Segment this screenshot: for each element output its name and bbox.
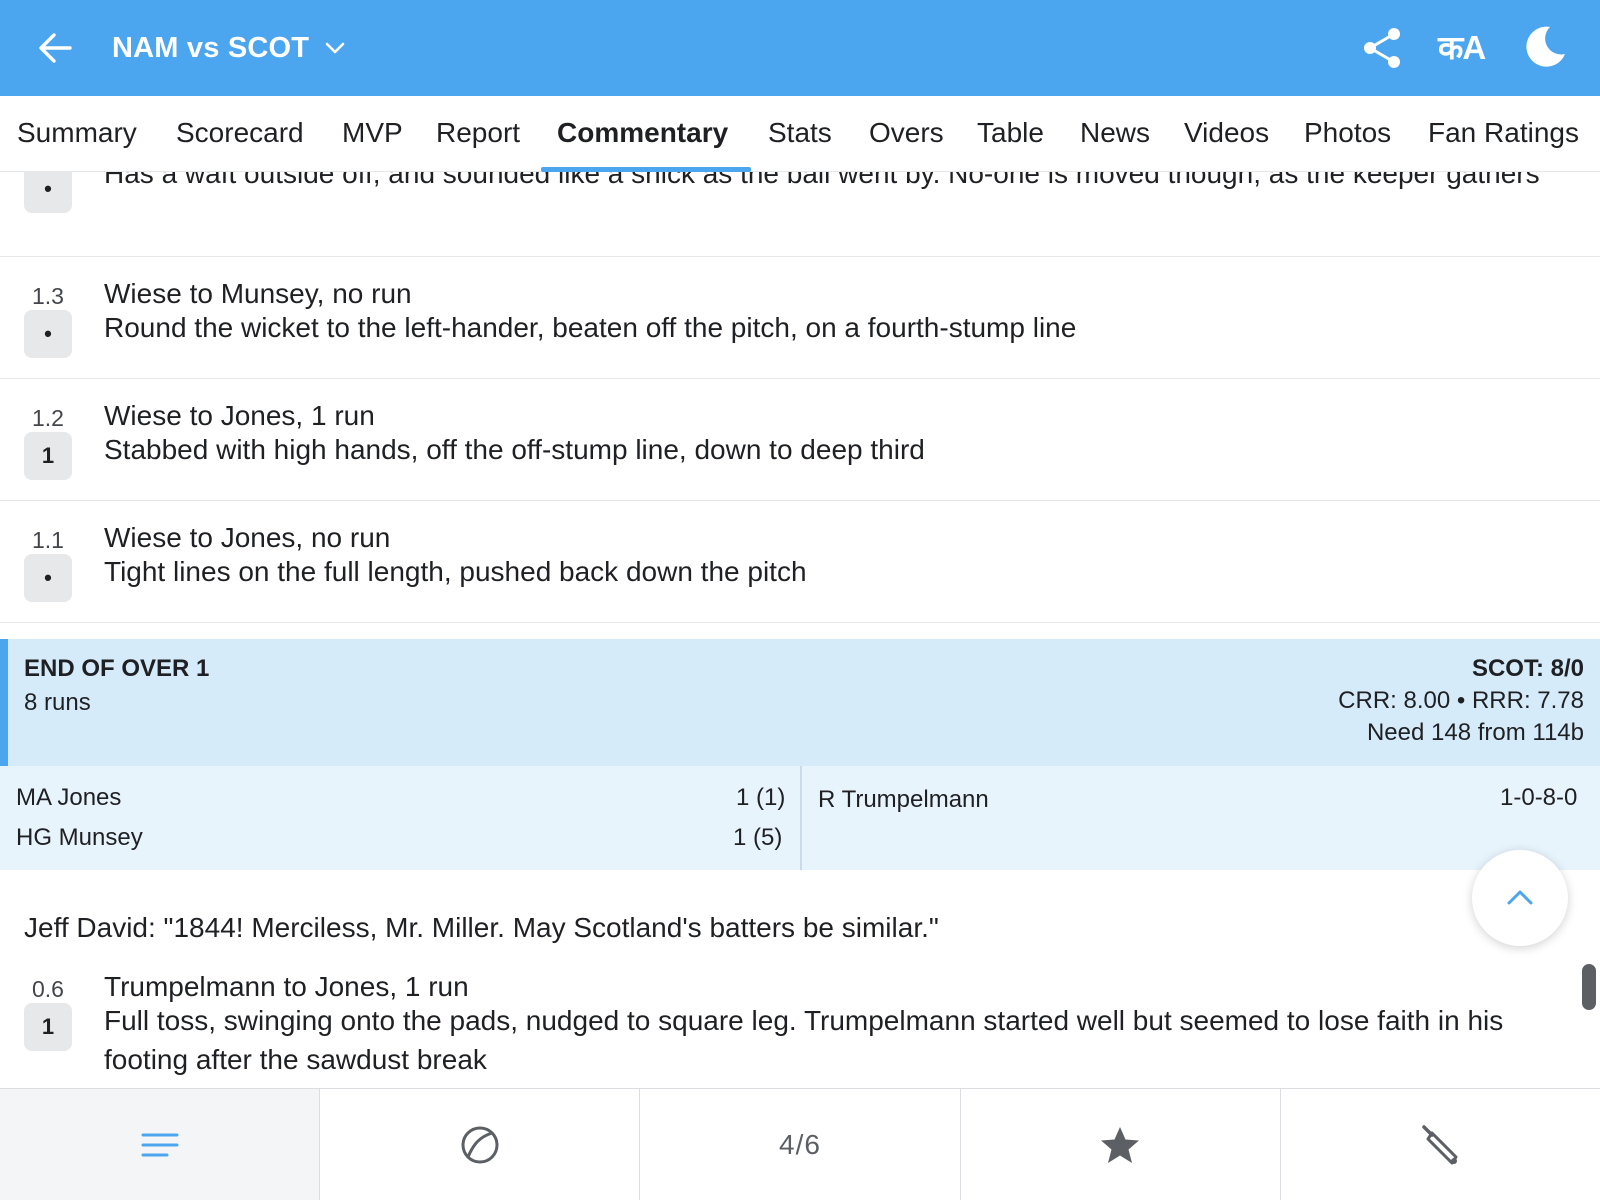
ball-description: Full toss, swinging onto the pads, nudge… [104, 1005, 1504, 1075]
commentary-ball-row: 1.1 • Wiese to Jones, no run Tight lines… [0, 501, 1600, 623]
back-arrow-icon[interactable] [34, 26, 78, 70]
ball-over-number: 1.1 [32, 527, 64, 553]
ball-headline: Wiese to Jones, no run [104, 522, 391, 553]
run-rates: CRR: 8.00 • RRR: 7.78 [1338, 687, 1584, 714]
ball-description: Has a waft outside off, and sounded like… [104, 172, 1540, 189]
ball-headline: Wiese to Munsey, no run [104, 278, 412, 309]
match-switcher[interactable]: NAM vs SCOT [112, 26, 347, 70]
batter-score: 1 (1) [736, 784, 786, 811]
ball-headline: Wiese to Jones, 1 run [104, 400, 375, 431]
page-counter: 4/6 [779, 1128, 821, 1160]
tab-news[interactable]: News [1080, 96, 1150, 172]
share-icon[interactable] [1362, 26, 1404, 70]
scroll-to-top-button[interactable] [1472, 850, 1568, 946]
ball-result-badge: 1 [24, 1003, 72, 1051]
ball-description: Round the wicket to the left-hander, bea… [104, 312, 1077, 343]
ball-result-badge: • [24, 172, 72, 213]
chevron-down-icon [325, 42, 345, 54]
batter-name: MA Jones [16, 784, 122, 811]
star-icon [1101, 1126, 1140, 1163]
batters-bowler-panel: MA Jones 1 (1) HG Munsey 1 (5) R Trumpel… [0, 766, 1600, 870]
nav-favorites-button[interactable] [961, 1089, 1281, 1200]
over-runs: 8 runs [24, 689, 91, 716]
ball-result-badge: • [24, 554, 72, 602]
ball-headline: Trumpelmann to Jones, 1 run [104, 971, 469, 1002]
language-toggle-icon[interactable]: कA [1438, 26, 1488, 70]
commentary-ball-row: 1.2 1 Wiese to Jones, 1 run Stabbed with… [0, 379, 1600, 501]
tab-fan-ratings[interactable]: Fan Ratings [1428, 96, 1579, 172]
required-runs: Need 148 from 114b [1366, 719, 1584, 746]
nav-menu-button[interactable] [0, 1089, 321, 1200]
scrollbar-thumb[interactable] [1582, 964, 1596, 1010]
tab-table[interactable]: Table [977, 96, 1044, 172]
menu-icon [141, 1133, 179, 1156]
bat-icon [1422, 1124, 1458, 1164]
tab-bar: Summary Scorecard MVP Report Commentary … [0, 96, 1600, 172]
batter-name: HG Munsey [16, 824, 143, 851]
tab-stats[interactable]: Stats [768, 96, 832, 172]
tab-commentary[interactable]: Commentary [557, 96, 728, 172]
panel-divider [800, 766, 802, 870]
ball-icon [461, 1126, 499, 1163]
commentary-ball-row: • Has a waft outside off, and sounded li… [0, 172, 1600, 257]
ball-result-badge: • [24, 310, 72, 358]
match-title: NAM vs SCOT [112, 31, 310, 64]
tab-mvp[interactable]: MVP [342, 96, 403, 172]
bottom-navigation: 4/6 [0, 1088, 1600, 1200]
tab-overs[interactable]: Overs [869, 96, 944, 172]
app-bar: NAM vs SCOT कA [0, 0, 1600, 96]
nav-bat-button[interactable] [1281, 1089, 1600, 1200]
tab-photos[interactable]: Photos [1304, 96, 1391, 172]
bowler-figures: 1-0-8-0 [1500, 784, 1578, 811]
ball-description: Stabbed with high hands, off the off-stu… [104, 434, 925, 465]
tab-scorecard[interactable]: Scorecard [176, 96, 304, 172]
nav-page-counter[interactable]: 4/6 [640, 1089, 961, 1200]
end-of-over-summary: END OF OVER 1 8 runs SCOT: 8/0 CRR: 8.00… [0, 639, 1600, 766]
end-of-over-title: END OF OVER 1 [24, 655, 210, 682]
batter-score: 1 (5) [733, 824, 783, 851]
chevron-up-icon [1507, 890, 1533, 905]
commentary-ball-row: 1.3 • Wiese to Munsey, no run Round the … [0, 257, 1600, 379]
team-score: SCOT: 8/0 [1471, 655, 1584, 682]
tab-summary[interactable]: Summary [17, 96, 137, 172]
commentator-note: Jeff David: "1844! Merciless, Mr. Miller… [24, 912, 939, 943]
bowler-name: R Trumpelmann [818, 786, 989, 813]
nav-ball-button[interactable] [320, 1089, 641, 1200]
commentary-ball-row: 0.6 1 Trumpelmann to Jones, 1 run Full t… [0, 960, 1600, 1088]
ball-over-number: 1.2 [32, 405, 64, 431]
ball-over-number: 1.3 [32, 283, 64, 309]
dark-mode-moon-icon[interactable] [1522, 24, 1568, 70]
ball-description: Tight lines on the full length, pushed b… [104, 556, 807, 587]
commentary-feed[interactable]: • Has a waft outside off, and sounded li… [0, 172, 1600, 1088]
ball-over-number: 0.6 [32, 976, 64, 1002]
tab-report[interactable]: Report [436, 96, 520, 172]
ball-result-badge: 1 [24, 432, 72, 480]
tab-videos[interactable]: Videos [1184, 96, 1269, 172]
